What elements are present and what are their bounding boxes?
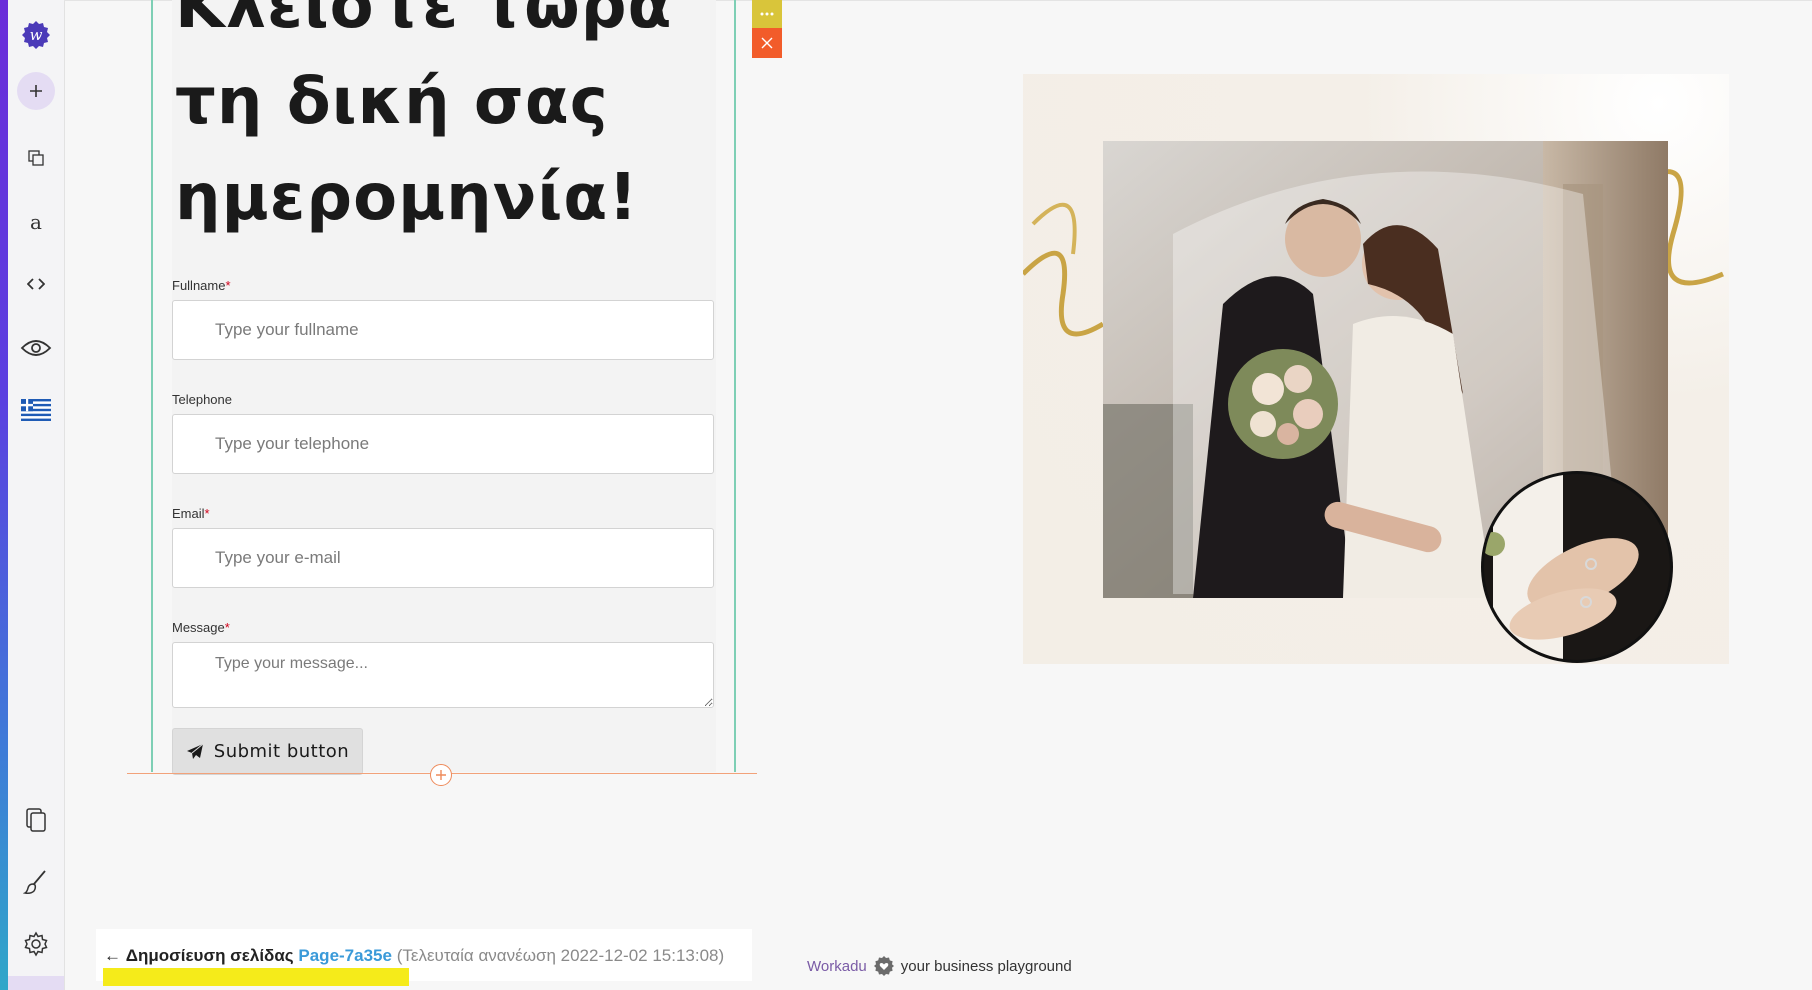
submit-button-label: Submit button: [213, 741, 350, 762]
required-mark: *: [225, 278, 231, 293]
preview-eye-icon: [20, 340, 52, 356]
form-heading[interactable]: Κλείστε τώρα τη δική σας ημερομηνία!: [175, 0, 715, 246]
add-section-button[interactable]: [430, 764, 452, 786]
close-icon: [761, 37, 773, 49]
sidebar-accent-stripe: [0, 0, 8, 990]
telephone-input[interactable]: [172, 414, 714, 474]
element-more-button[interactable]: [752, 0, 782, 28]
settings-icon: [24, 931, 48, 957]
add-icon: [30, 85, 42, 97]
back-arrow[interactable]: ←: [104, 946, 121, 965]
wedding-photo[interactable]: [1023, 74, 1729, 664]
layers-icon: [28, 150, 44, 166]
layers-button[interactable]: [16, 138, 56, 178]
email-input[interactable]: [172, 528, 714, 588]
typography-button[interactable]: a: [16, 202, 56, 242]
publish-page-link[interactable]: ← Δημοσίευση σελίδας Page-7a35e (Τελευτα…: [104, 946, 724, 966]
telephone-label: Telephone: [172, 392, 232, 407]
submit-button[interactable]: Submit button: [172, 728, 363, 775]
paper-plane-icon: [186, 743, 204, 759]
page-id-link[interactable]: Page-7a35e: [298, 946, 392, 965]
fullname-input[interactable]: [172, 300, 714, 360]
add-element-button[interactable]: [17, 72, 55, 110]
greek-flag-icon: [21, 399, 51, 421]
code-button[interactable]: [16, 264, 56, 304]
element-delete-button[interactable]: [752, 28, 782, 58]
more-dots-icon: [760, 12, 774, 16]
publish-label[interactable]: Δημοσίευση σελίδας: [126, 946, 294, 965]
telephone-label-text: Telephone: [172, 392, 232, 407]
settings-button[interactable]: [16, 924, 56, 964]
language-greek-button[interactable]: [16, 390, 56, 430]
brand-name-link[interactable]: Workadu: [807, 958, 867, 975]
preview-button[interactable]: [16, 328, 56, 368]
required-mark: *: [204, 506, 210, 521]
add-icon: [436, 770, 446, 780]
code-icon: [27, 278, 45, 290]
brand-tagline: your business playground: [900, 957, 1072, 975]
svg-text:w: w: [30, 26, 43, 44]
sidebar-bottom-tab[interactable]: [8, 976, 64, 990]
email-label: Email*: [172, 506, 210, 521]
wedding-illustration: [1023, 141, 1724, 663]
required-mark: *: [224, 620, 230, 635]
workadu-logo-icon[interactable]: w: [16, 15, 56, 55]
typography-icon: a: [30, 210, 42, 234]
design-button[interactable]: [16, 862, 56, 902]
fullname-label: Fullname*: [172, 278, 231, 293]
last-updated-text: (Τελευταία ανανέωση 2022-12-02 15:13:08): [396, 946, 725, 965]
workadu-branding: Workadu your business playground: [807, 955, 1072, 977]
email-label-text: Email: [172, 506, 205, 521]
heart-badge-icon: [873, 956, 894, 976]
pages-button[interactable]: [16, 800, 56, 840]
yellow-highlight-mark: [103, 968, 409, 986]
message-label-text: Message: [172, 620, 225, 635]
fullname-label-text: Fullname: [172, 278, 226, 293]
message-label: Message*: [172, 620, 230, 635]
editor-sidebar: w a: [0, 0, 65, 990]
contact-form-section[interactable]: Κλείστε τώρα τη δική σας ημερομηνία! Ful…: [151, 0, 736, 775]
brush-icon: [23, 870, 46, 894]
pages-icon: [26, 808, 46, 832]
message-textarea[interactable]: [172, 642, 714, 708]
